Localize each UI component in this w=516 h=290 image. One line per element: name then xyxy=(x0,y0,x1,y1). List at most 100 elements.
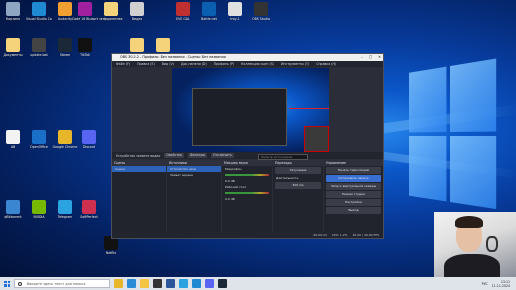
start-streaming-button[interactable]: Начать трансляцию xyxy=(326,167,381,174)
person-hair xyxy=(455,216,483,228)
desktop-icon-image xyxy=(6,130,20,144)
minimize-icon[interactable]: – xyxy=(361,54,363,61)
close-icon[interactable]: ✕ xyxy=(378,54,381,61)
menu-tools[interactable]: Инструменты (T) xyxy=(281,61,309,67)
obs-status-bar: 00:00:13 CPU: 1.2% 30.00 / 30.00 FPS xyxy=(112,232,383,238)
mixer-dock: Микшер звука Микрофон 0.0 dB Рабочий сто… xyxy=(222,160,272,232)
desktop-icon-image xyxy=(82,130,96,144)
desktop-icon-image xyxy=(156,38,170,52)
desktop-icon-label: OpenOffice xyxy=(30,145,48,149)
filters-button[interactable]: Фильтры xyxy=(187,153,208,158)
stop-recording-button[interactable]: Остановить запись xyxy=(326,175,381,182)
desktop-icon[interactable]: NVIDIA xyxy=(26,200,52,219)
desktop-icon-label: Google Chrome xyxy=(52,145,78,149)
menu-view[interactable]: Вид (V) xyxy=(162,61,174,67)
desktop-icon[interactable]: Telegram xyxy=(52,200,78,219)
desktop-icon-label: Корзина xyxy=(5,17,21,21)
desktop-icon[interactable]: Документы xyxy=(0,38,26,57)
desktop-icon[interactable]: qBittorrent xyxy=(0,200,26,219)
fps-readout: 30.00 / 30.00 FPS xyxy=(352,233,380,237)
desktop-icon-label: Telegram xyxy=(57,215,73,219)
maximize-icon[interactable]: □ xyxy=(369,54,372,61)
clock-date: 11.11.2024 xyxy=(491,283,510,288)
menu-docks[interactable]: Док-панели (D) xyxy=(181,61,207,67)
discord-taskbar-icon[interactable] xyxy=(205,279,214,288)
mixer-channel-name: Рабочий стол xyxy=(225,185,247,189)
menu-help[interactable]: Справка (H) xyxy=(316,61,336,67)
audio-meter xyxy=(225,174,269,176)
desktop-icon-label: Code 16 Blueprints xyxy=(72,17,98,21)
preview-nested-obs xyxy=(192,88,287,146)
desktop-icon[interactable]: OpenOffice xyxy=(26,130,52,149)
system-tray: РУС 13:11 11.11.2024 xyxy=(482,280,516,288)
desktop-icon[interactable]: Discord xyxy=(76,130,102,149)
language-indicator[interactable]: РУС xyxy=(482,282,488,286)
clock[interactable]: 13:11 11.11.2024 xyxy=(492,280,510,288)
desktop-icon[interactable]: Code 16 Blueprints xyxy=(72,2,98,21)
desktop-icon[interactable]: update.bat xyxy=(26,38,52,57)
desktop-icon-label: Visual Studio Code xyxy=(26,17,52,21)
start-button[interactable] xyxy=(2,279,12,289)
virtual-camera-button[interactable]: Запуск виртуальной камеры xyxy=(326,183,381,190)
studio-mode-button[interactable]: Режим студии xyxy=(326,191,381,198)
desktop-icon[interactable]: Battle.net xyxy=(196,2,222,21)
desktop-icon-image xyxy=(78,38,92,52)
preview-webcam-source[interactable] xyxy=(304,126,329,152)
desktop-icon-label: AB xyxy=(10,145,16,149)
menu-profile[interactable]: Профиль (P) xyxy=(214,61,235,67)
desktop-icon[interactable]: AB xyxy=(0,130,26,149)
menu-file[interactable]: Файл (F) xyxy=(116,61,130,67)
preview-selection-line xyxy=(289,108,329,109)
mixer-channel-level: 0.0 dB xyxy=(225,197,235,201)
desktop-icon-label: NVIDIA xyxy=(33,215,45,219)
desktop-icon[interactable]: Видео xyxy=(124,2,150,21)
desktop-icon[interactable]: Visual Studio Code xyxy=(26,2,52,21)
desktop-icon-image xyxy=(58,130,72,144)
desktop-icon[interactable]: tray-1 xyxy=(222,2,248,21)
scene-item[interactable]: Сцена xyxy=(112,166,166,172)
desktop-icon[interactable]: TikTok xyxy=(72,38,98,57)
chrome-taskbar-icon[interactable] xyxy=(114,279,123,288)
duration-label: Длительность xyxy=(276,176,299,180)
obs-preview[interactable] xyxy=(172,68,329,154)
desktop-icon-image xyxy=(32,200,46,214)
desktop-icon-image xyxy=(254,2,268,16)
desktop-icon-image xyxy=(176,2,190,16)
telegram-taskbar-icon[interactable] xyxy=(179,279,188,288)
desktop-icon[interactable]: Google Chrome xyxy=(52,130,78,149)
desktop-icon-label: qBittorrent xyxy=(4,215,22,219)
desktop-icon-image xyxy=(130,38,144,52)
desktop-icon[interactable]: EVE GAL xyxy=(170,2,196,21)
settings-button[interactable]: Настройки xyxy=(326,199,381,206)
transition-select[interactable]: Затухание xyxy=(275,167,321,174)
explorer-taskbar-icon[interactable] xyxy=(140,279,149,288)
desktop-icon-label: Battle.net xyxy=(201,17,217,21)
duration-input[interactable]: 300 ms xyxy=(275,182,321,189)
desktop-icon-label: TikTok xyxy=(80,53,90,57)
source-item[interactable]: Захват экрана xyxy=(167,172,221,178)
desktop-icon[interactable]: OBS Studio xyxy=(248,2,274,21)
taskbar-search-input[interactable]: Введите здесь текст для поиска xyxy=(14,279,110,288)
deactivate-button[interactable]: Отключить xyxy=(211,153,234,158)
controls-title: Управление xyxy=(324,160,383,166)
obs-docks: Сцены Сцена Источники Устройство захв За… xyxy=(112,160,383,232)
desktop-icon[interactable]: информатика xyxy=(98,2,124,21)
edge-taskbar-icon[interactable] xyxy=(127,279,136,288)
menu-scene-collection[interactable]: Коллекция сцен (S) xyxy=(241,61,274,67)
mixer-channel-name: Микрофон xyxy=(225,167,242,171)
vscode-taskbar-icon[interactable] xyxy=(192,279,201,288)
steam-taskbar-icon[interactable] xyxy=(218,279,227,288)
word-taskbar-icon[interactable] xyxy=(166,279,175,288)
exit-button[interactable]: Выход xyxy=(326,207,381,214)
desktop-icon-image xyxy=(6,200,20,214)
obs-taskbar-icon[interactable] xyxy=(153,279,162,288)
controls-dock: Управление Начать трансляцию Остановить … xyxy=(324,160,383,232)
desktop-icon[interactable]: Корзина xyxy=(0,2,26,21)
menu-edit[interactable]: Правка (E) xyxy=(137,61,155,67)
properties-button[interactable]: Свойства xyxy=(164,153,184,158)
obs-title-bar[interactable]: OBS 30.2.2 - Профиль: Без названия - Сце… xyxy=(112,54,383,61)
audio-meter xyxy=(225,192,269,194)
desktop-icon[interactable]: SoftPerfect xyxy=(76,200,102,219)
obs-window[interactable]: OBS 30.2.2 - Профиль: Без названия - Сце… xyxy=(111,53,384,239)
desktop-icon-image xyxy=(78,2,92,16)
